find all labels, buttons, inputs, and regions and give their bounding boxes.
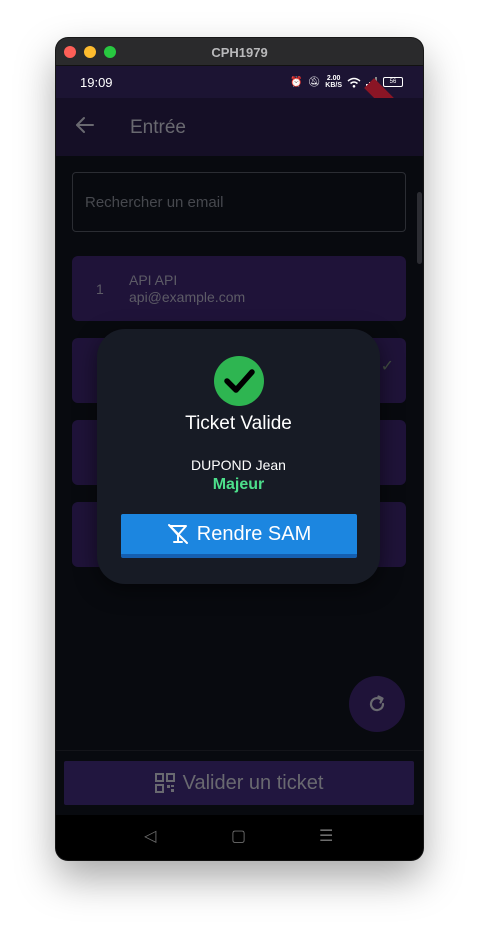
- status-time: 19:09: [80, 75, 113, 90]
- check-circle-icon: [214, 356, 264, 406]
- no-drink-icon: [167, 524, 188, 544]
- bell-off-icon: 🔕︎: [307, 76, 321, 88]
- battery-icon: 56: [383, 77, 403, 87]
- person-name: DUPOND Jean: [191, 457, 286, 473]
- rendre-sam-label: Rendre SAM: [196, 522, 312, 545]
- window-titlebar: CPH1979: [56, 38, 423, 66]
- net-speed: 2.00 KB/S: [325, 75, 342, 89]
- android-nav-bar: ◁ ▢ ☰: [56, 815, 423, 860]
- alarm-icon: ⏰: [290, 76, 303, 88]
- nav-menu-button[interactable]: ☰: [319, 828, 333, 846]
- status-icons: ⏰ 🔕︎ 2.00 KB/S 56: [290, 73, 403, 91]
- age-status: Majeur: [212, 476, 265, 493]
- net-speed-value: 2.00: [326, 75, 341, 82]
- rendre-sam-button[interactable]: Rendre SAM: [121, 514, 357, 558]
- status-bar: 19:09 ⏰ 🔕︎ 2.00 KB/S 56 DEBUG: [56, 66, 423, 156]
- dialog-title: Ticket Valide: [185, 413, 292, 434]
- nav-back-button[interactable]: ◁: [144, 828, 156, 846]
- ticket-dialog: Ticket Valide DUPOND Jean Majeur Rendre …: [97, 329, 380, 584]
- net-speed-unit: KB/S: [325, 82, 342, 89]
- wifi-icon: [347, 77, 361, 88]
- nav-home-button[interactable]: ▢: [231, 828, 246, 846]
- window-title: CPH1979: [211, 45, 268, 60]
